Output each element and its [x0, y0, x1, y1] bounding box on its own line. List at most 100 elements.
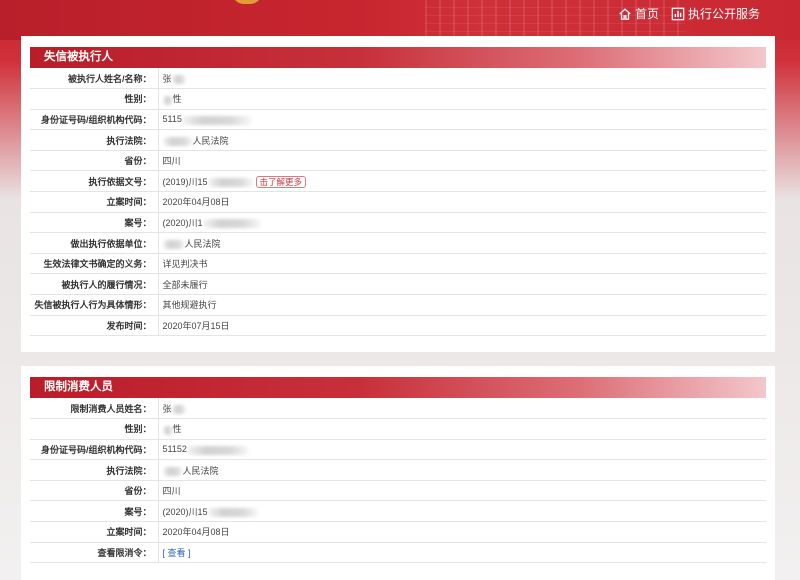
table-row: 身份证号码/组织机构代码： 51152 [30, 439, 766, 461]
value-text: (2020)川15 [162, 506, 208, 517]
national-emblem [232, 0, 262, 4]
row-value: 性 [158, 88, 766, 110]
row-label: 失信被执行人行为具体情形： [30, 294, 159, 316]
row-value: (2020)川1 [158, 212, 766, 234]
redaction [171, 404, 186, 414]
bracket-close: ] [188, 547, 191, 558]
value-text: 性 [172, 424, 182, 435]
table-row: 案号： (2020)川1 [30, 212, 766, 234]
row-label: 被执行人姓名/名称： [30, 68, 159, 90]
row-label: 生效法律文书确定的义务： [30, 253, 159, 275]
redaction [207, 507, 258, 517]
row-value: 性 [158, 418, 766, 440]
row-value: 人民法院 [158, 129, 766, 151]
row-label: 案号： [30, 500, 159, 523]
table-row: 被执行人姓名/名称： 张 [30, 68, 766, 90]
redaction [162, 239, 185, 249]
table-row: 身份证号码/组织机构代码： 5115 [30, 109, 766, 131]
panel-title: 限制消费人员 [30, 377, 766, 398]
table-row: 失信被执行人行为具体情形： 其他规避执行 [30, 294, 766, 316]
redaction [162, 95, 173, 105]
row-value: 51152 [158, 439, 766, 461]
row-label: 查看限消令： [30, 542, 159, 564]
table-row: 查看限消令： [ 查看 ] [30, 542, 766, 564]
panel-title: 失信被执行人 [30, 47, 766, 68]
row-label: 立案时间： [30, 191, 159, 213]
table-row: 立案时间： 2020年04月08日 [30, 521, 766, 543]
value-text: 人民法院 [192, 135, 229, 146]
row-label: 性别： [30, 418, 159, 440]
value-text: (2019)川15 [162, 176, 208, 187]
row-value: (2020)川15 [158, 500, 766, 523]
value-text: 人民法院 [182, 465, 219, 476]
row-value: 人民法院 [158, 459, 766, 481]
home-icon [619, 7, 631, 20]
row-value: 四川 [158, 480, 766, 502]
table-row: 被执行人的履行情况： 全部未履行 [30, 273, 766, 296]
redaction [162, 425, 173, 435]
table-row: 省份： 四川 [30, 150, 766, 172]
value-text: (2020)川1 [162, 217, 203, 228]
row-value: (2019)川15 击了解更多 [158, 170, 766, 193]
table-row: 生效法律文书确定的义务： 详见判决书 [30, 253, 766, 275]
header-banner: 首页 执行公开服务 [0, 0, 800, 40]
row-label: 执行法院： [30, 129, 159, 151]
value-text: 性 [172, 94, 182, 105]
row-value: 张 [158, 398, 766, 420]
dishonest-debtor-panel: 失信被执行人 被执行人姓名/名称： 张 性别： 性 身份证号码/组织机构代码： … [21, 36, 775, 352]
value-text: 51152 [162, 444, 187, 455]
value-text: 人民法院 [184, 238, 221, 249]
restricted-consumption-table: 限制消费人员姓名： 张 性别： 性 身份证号码/组织机构代码： 51152 执行… [30, 398, 766, 564]
row-label: 被执行人的履行情况： [30, 273, 159, 296]
redaction [171, 74, 186, 84]
table-row: 案号： (2020)川15 [30, 500, 766, 523]
nav-home[interactable]: 首页 [618, 5, 659, 22]
bar-chart-icon [671, 7, 685, 20]
row-value: 5115 [158, 109, 766, 131]
value-text: 5115 [162, 114, 182, 125]
row-value: 四川 [158, 150, 766, 172]
redaction [186, 445, 249, 455]
value-text: 张 [162, 73, 172, 84]
table-row: 执行依据文号： (2019)川15 击了解更多 [30, 170, 766, 193]
top-nav: 首页 执行公开服务 [618, 5, 760, 22]
row-label: 性别： [30, 88, 159, 110]
row-label: 限制消费人员姓名： [30, 398, 159, 420]
redaction [202, 219, 261, 229]
row-label: 做出执行依据单位： [30, 232, 159, 254]
row-value: 详见判决书 [158, 253, 766, 275]
row-label: 身份证号码/组织机构代码： [30, 439, 159, 461]
redaction [162, 466, 183, 476]
table-row: 性别： 性 [30, 418, 766, 440]
nav-execution-service[interactable]: 执行公开服务 [671, 5, 760, 22]
restricted-consumption-panel: 限制消费人员 限制消费人员姓名： 张 性别： 性 身份证号码/组织机构代码： 5… [21, 366, 775, 580]
row-label: 执行依据文号： [30, 170, 159, 193]
nav-service-label: 执行公开服务 [687, 7, 760, 21]
row-label: 立案时间： [30, 521, 159, 543]
row-label: 发布时间： [30, 315, 159, 337]
table-row: 执行法院： 人民法院 [30, 129, 766, 151]
row-value: 2020年07月15日 [158, 315, 766, 337]
dishonest-debtor-table: 被执行人姓名/名称： 张 性别： 性 身份证号码/组织机构代码： 5115 执行… [30, 68, 766, 337]
row-value: [ 查看 ] [158, 542, 766, 564]
row-value: 人民法院 [158, 232, 766, 254]
nav-home-label: 首页 [634, 7, 659, 21]
table-row: 立案时间： 2020年04月08日 [30, 191, 766, 213]
table-row: 做出执行依据单位： 人民法院 [30, 232, 766, 254]
table-row: 省份： 四川 [30, 480, 766, 502]
view-restriction-order-link[interactable]: 查看 [168, 548, 186, 558]
redaction [162, 136, 193, 146]
row-value: 2020年04月08日 [158, 191, 766, 213]
table-row: 发布时间： 2020年07月15日 [30, 315, 766, 337]
row-value: 张 [158, 68, 766, 90]
row-value: 全部未履行 [158, 273, 766, 296]
table-row: 执行法院： 人民法院 [30, 459, 766, 481]
row-label: 省份： [30, 480, 159, 502]
redaction [181, 115, 252, 125]
value-text: 张 [162, 403, 172, 414]
row-label: 执行法院： [30, 459, 159, 481]
redaction [207, 177, 254, 187]
table-row: 限制消费人员姓名： 张 [30, 398, 766, 420]
learn-more-button[interactable]: 击了解更多 [255, 175, 307, 188]
table-row: 性别： 性 [30, 88, 766, 110]
